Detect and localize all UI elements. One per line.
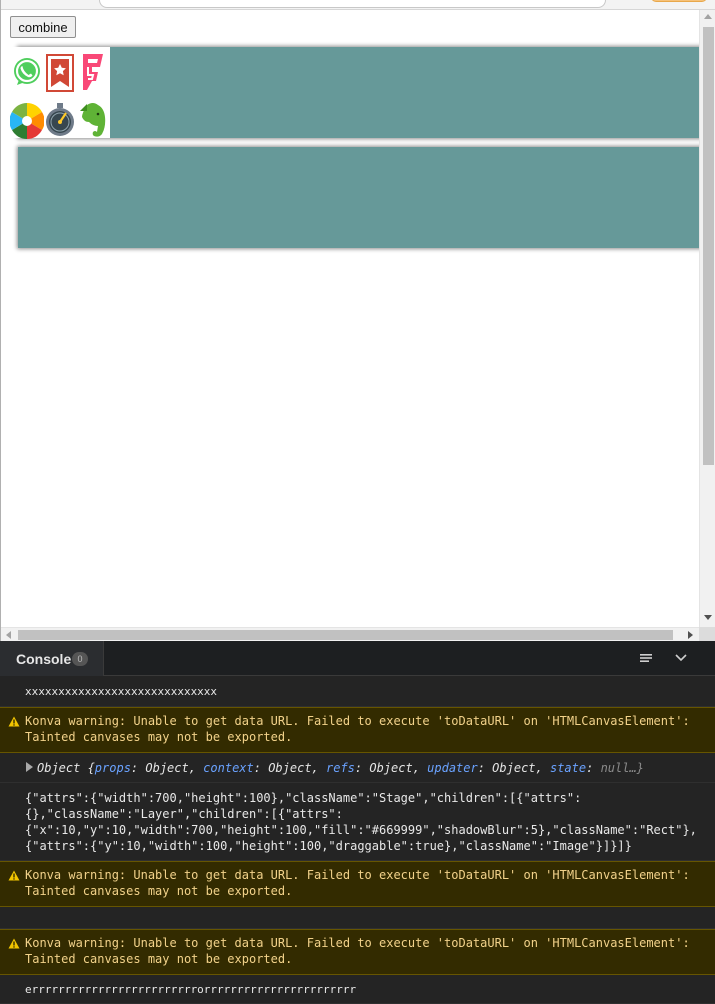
wunderlist-icon (46, 54, 74, 92)
console-empty-row (0, 907, 715, 929)
vertical-scrollbar[interactable] (699, 10, 715, 627)
scrollbar-corner (699, 627, 715, 641)
canvas-rect-2 (18, 147, 715, 248)
console-warning-row: Konva warning: Unable to get data URL. F… (0, 861, 715, 907)
json-line-2: {},"className":"Layer","children":[{"att… (25, 807, 343, 821)
console-title: Console (16, 651, 72, 667)
scroll-up-arrow-icon[interactable] (704, 14, 712, 19)
evernote-icon (80, 103, 106, 137)
json-line-3: {"x":10,"y":10,"width":700,"height":100,… (25, 823, 697, 837)
json-line-1: {"attrs":{"width":700,"height":100},"cla… (25, 791, 582, 805)
scroll-left-arrow-icon[interactable] (6, 631, 11, 639)
toolbar-action-button[interactable] (651, 0, 707, 2)
expand-triangle-icon[interactable] (26, 762, 33, 772)
scroll-down-arrow-icon[interactable] (704, 615, 712, 620)
console-log-row: {"attrs":{"width":700,"height":100},"cla… (0, 783, 715, 861)
whatsapp-icon (14, 58, 40, 85)
scroll-right-arrow-icon[interactable] (688, 631, 693, 639)
foursquare-icon (83, 54, 103, 90)
console-message-count-badge: 0 (72, 652, 88, 666)
vertical-scroll-thumb[interactable] (703, 27, 714, 465)
tab-console[interactable]: Console 0 (0, 641, 104, 676)
console-object-row[interactable]: Object {props: Object, context: Object, … (0, 753, 715, 783)
console-header: Console 0 (0, 641, 715, 676)
warning-icon (8, 716, 20, 727)
warning-message-line-2: Tainted canvases may not be exported. (25, 884, 293, 898)
address-bar[interactable] (99, 0, 606, 8)
json-line-4: {"attrs":{"y":10,"width":100,"height":10… (25, 839, 632, 853)
log-message-text: xxxxxxxxxxxxxxxxxxxxxxxxxxxxx (25, 685, 218, 698)
warning-message-line-1: Konva warning: Unable to get data URL. F… (25, 714, 690, 728)
warning-icon (8, 870, 20, 881)
console-warning-row: Konva warning: Unable to get data URL. F… (0, 929, 715, 975)
combine-button[interactable]: combine (10, 16, 76, 38)
preview-pane: combine (0, 0, 715, 641)
warning-message-line-1: Konva warning: Unable to get data URL. F… (25, 936, 690, 950)
console-warning-row: Konva warning: Unable to get data URL. F… (0, 707, 715, 753)
warning-icon (8, 938, 20, 949)
object-preview[interactable]: Object {props: Object, context: Object, … (37, 760, 644, 776)
console-log-row: errrrrrrrrrrrrrrrrrrrrrrrrorrrrrrrrrrrrr… (0, 975, 715, 1004)
clock-icon (46, 103, 74, 136)
clear-console-icon[interactable] (638, 651, 654, 665)
log-message-text: errrrrrrrrrrrrrrrrrrrrrrrrorrrrrrrrrrrrr… (25, 983, 357, 996)
horizontal-scroll-thumb[interactable] (18, 630, 673, 640)
warning-message-line-1: Konva warning: Unable to get data URL. F… (25, 868, 690, 882)
console-log-row: xxxxxxxxxxxxxxxxxxxxxxxxxxxxx (0, 677, 715, 707)
warning-message-line-2: Tainted canvases may not be exported. (25, 952, 293, 966)
warning-message-line-2: Tainted canvases may not be exported. (25, 730, 293, 744)
app-window: combine Console 0 xxxxxxxxxxxxxxxxxxxxxx… (0, 0, 715, 1004)
browser-toolbar (1, 0, 715, 10)
draggable-image[interactable] (10, 47, 110, 139)
console-panel: Console 0 xxxxxxxxxxxxxxxxxxxxxxxxxxxxx (0, 641, 715, 1004)
canvas-rect-1 (18, 47, 715, 138)
pinwheel-icon (10, 103, 44, 139)
chevron-down-icon[interactable] (673, 651, 689, 665)
horizontal-scrollbar[interactable] (1, 627, 699, 641)
